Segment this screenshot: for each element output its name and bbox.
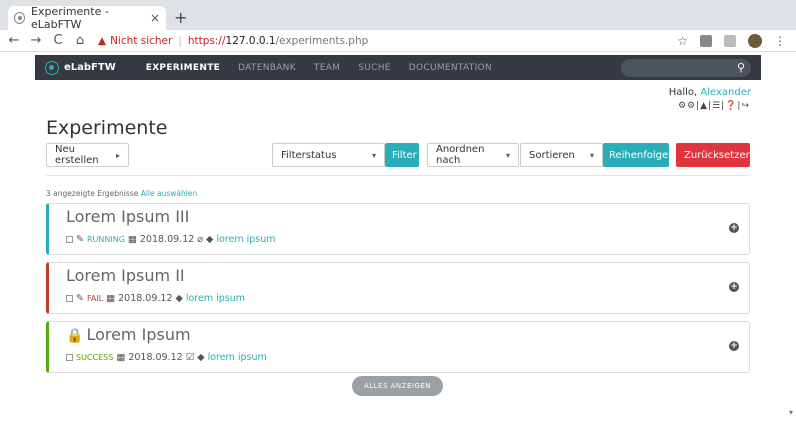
- experiment-card[interactable]: Lorem Ipsum II ✎ FAIL ▦ 2018.09.12 ◆ lor…: [46, 262, 750, 314]
- extension-icon[interactable]: [700, 34, 712, 47]
- greeting-text: Hallo,: [668, 87, 698, 98]
- browser-menu-icon[interactable]: ⋮: [774, 34, 786, 48]
- results-count-text: 3 angezeigte Ergebnisse: [46, 189, 139, 198]
- experiment-date: 2018.09.12: [118, 293, 173, 304]
- reload-button[interactable]: C: [50, 33, 66, 48]
- attachment-icon: ⌀: [197, 234, 204, 245]
- user-greeting: Hallo, Alexander: [669, 87, 751, 98]
- warning-icon: ▲: [98, 34, 107, 47]
- extension-icon[interactable]: [724, 34, 736, 47]
- pencil-icon: ✎: [76, 234, 84, 245]
- nav-link-suche[interactable]: SUCHE: [358, 63, 391, 73]
- nav-link-documentation[interactable]: DOCUMENTATION: [409, 63, 492, 73]
- url-protocol: https://: [187, 34, 226, 47]
- chevron-down-icon: ▾: [371, 150, 376, 160]
- filter-button[interactable]: Filter: [385, 143, 419, 167]
- url-separator: |: [178, 34, 182, 47]
- experiment-title-row[interactable]: 🔒 Lorem Ipsum: [66, 325, 191, 344]
- brand-logo[interactable]: eLabFTW: [45, 60, 116, 75]
- tag-link[interactable]: lorem ipsum: [216, 234, 275, 245]
- search-icon[interactable]: ⚲: [737, 61, 745, 74]
- toolbar-actions: ☆ ⋮: [677, 33, 786, 48]
- experiment-date: 2018.09.12: [128, 352, 183, 363]
- filter-status-label: Filterstatus: [281, 149, 337, 161]
- select-checkbox[interactable]: [66, 236, 73, 243]
- url-path: /experiments.php: [275, 34, 369, 47]
- order-by-label: Anordnen nach: [436, 144, 485, 166]
- page-title: Experimente: [46, 117, 168, 139]
- nav-link-experimente[interactable]: EXPERIMENTE: [146, 63, 220, 73]
- create-new-button[interactable]: Neu erstellen ▸: [46, 143, 129, 167]
- back-button[interactable]: ←: [6, 33, 22, 48]
- lock-icon: 🔒: [66, 328, 84, 344]
- browser-tab[interactable]: Experimente - eLabFTW ×: [8, 5, 166, 31]
- profile-avatar[interactable]: [748, 33, 762, 48]
- experiment-meta: ✎ RUNNING ▦ 2018.09.12 ⌀ ◆ lorem ipsum: [66, 234, 276, 245]
- experiment-meta: SUCCESS ▦ 2018.09.12 ☑ ◆ lorem ipsum: [66, 352, 267, 363]
- tag-icon: ◆: [206, 234, 214, 245]
- order-by-select[interactable]: Anordnen nach ▾: [427, 143, 519, 167]
- select-checkbox[interactable]: [66, 354, 73, 361]
- experiment-card[interactable]: 🔒 Lorem Ipsum SUCCESS ▦ 2018.09.12 ☑ ◆ lo…: [46, 321, 750, 373]
- experiment-title: Lorem Ipsum: [86, 325, 191, 344]
- forward-button[interactable]: →: [28, 33, 44, 48]
- reset-button[interactable]: Zurücksetzen: [676, 143, 752, 167]
- browser-tabstrip: Experimente - eLabFTW × +: [0, 0, 796, 31]
- not-secure-label: Nicht sicher: [110, 34, 173, 47]
- expand-plus-icon[interactable]: +: [729, 282, 739, 292]
- select-checkbox[interactable]: [66, 295, 73, 302]
- status-badge: FAIL: [86, 294, 104, 303]
- tab-title: Experimente - eLabFTW: [31, 5, 109, 31]
- search-input[interactable]: ⚲: [621, 58, 751, 77]
- nav-link-team[interactable]: TEAM: [314, 63, 340, 73]
- experiment-title[interactable]: Lorem Ipsum III: [66, 207, 189, 226]
- experiment-title[interactable]: Lorem Ipsum II: [66, 266, 185, 285]
- tag-link[interactable]: lorem ipsum: [186, 293, 245, 304]
- tag-icon: ◆: [175, 293, 183, 304]
- chevron-right-icon: ▸: [115, 150, 120, 160]
- select-all-link[interactable]: Alle auswählen: [141, 189, 198, 198]
- tag-icon: ◆: [197, 352, 205, 363]
- home-button[interactable]: ⌂: [72, 33, 88, 48]
- expand-plus-icon[interactable]: +: [729, 341, 739, 351]
- calendar-icon: ▦: [116, 352, 126, 363]
- favicon-icon: [14, 12, 26, 24]
- status-badge: RUNNING: [86, 235, 125, 244]
- scroll-down-icon[interactable]: ▾: [789, 408, 793, 417]
- brand-name: eLabFTW: [64, 62, 116, 73]
- browser-toolbar: ← → C ⌂ ▲ Nicht sicher | https:// 127.0.…: [0, 30, 796, 52]
- new-tab-button[interactable]: +: [174, 8, 187, 27]
- url-host: 127.0.0.1: [225, 34, 276, 47]
- divider: [46, 175, 750, 176]
- nav-link-datenbank[interactable]: DATENBANK: [238, 63, 296, 73]
- chevron-down-icon: ▾: [505, 150, 510, 160]
- sort-label: Sortieren: [529, 149, 575, 161]
- results-count: 3 angezeigte Ergebnisse Alle auswählen: [46, 189, 197, 198]
- logo-icon: [45, 60, 59, 75]
- chevron-down-icon: ▾: [589, 150, 594, 160]
- tag-link[interactable]: lorem ipsum: [208, 352, 267, 363]
- sort-select[interactable]: Sortieren ▾: [520, 143, 603, 167]
- bookmark-star-icon[interactable]: ☆: [677, 34, 688, 48]
- user-name-link[interactable]: Alexander: [700, 87, 751, 98]
- status-badge: SUCCESS: [76, 353, 114, 362]
- calendar-icon: ▦: [127, 234, 137, 245]
- create-new-label: Neu erstellen: [55, 144, 99, 166]
- filter-status-select[interactable]: Filterstatus ▾: [272, 143, 385, 167]
- app-navbar: eLabFTW EXPERIMENTE DATENBANK TEAM SUCHE…: [35, 55, 761, 80]
- experiment-date: 2018.09.12: [139, 234, 195, 245]
- address-bar[interactable]: ▲ Nicht sicher | https:// 127.0.0.1 /exp…: [98, 35, 368, 47]
- signed-doc-icon: ☑: [185, 352, 195, 363]
- expand-plus-icon[interactable]: +: [729, 223, 739, 233]
- nav-links: EXPERIMENTE DATENBANK TEAM SUCHE DOCUMEN…: [146, 63, 492, 73]
- calendar-icon: ▦: [106, 293, 116, 304]
- user-menu-icons[interactable]: ⚙⚙|▲|☰|❓|↪: [678, 101, 750, 111]
- experiment-card[interactable]: Lorem Ipsum III ✎ RUNNING ▦ 2018.09.12 ⌀…: [46, 203, 750, 255]
- show-all-button[interactable]: ALLES ANZEIGEN: [352, 376, 443, 396]
- order-button[interactable]: Reihenfolge: [603, 143, 669, 167]
- experiment-meta: ✎ FAIL ▦ 2018.09.12 ◆ lorem ipsum: [66, 293, 245, 304]
- close-tab-icon[interactable]: ×: [150, 11, 160, 25]
- pencil-icon: ✎: [76, 293, 84, 304]
